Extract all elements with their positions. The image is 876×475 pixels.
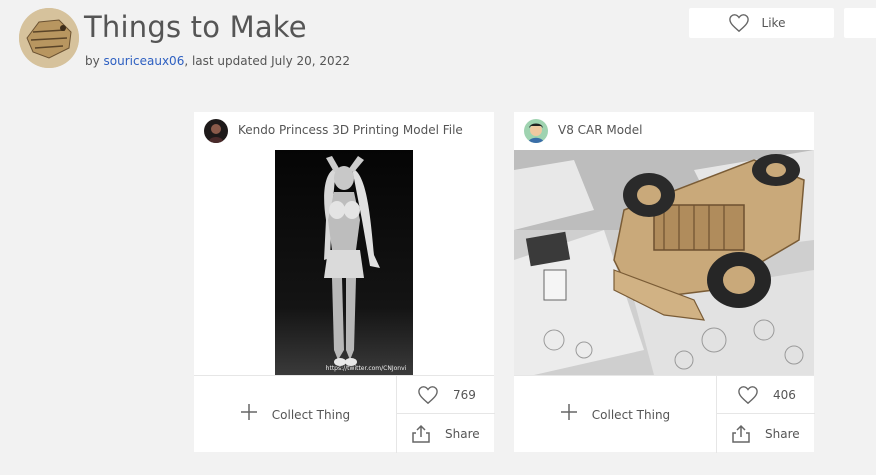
heart-icon — [728, 14, 749, 33]
author-link[interactable]: souriceaux06 — [104, 54, 185, 68]
creator-avatar[interactable] — [524, 119, 548, 143]
more-button[interactable] — [844, 8, 876, 38]
collect-thing-button[interactable]: Collect Thing — [514, 376, 716, 453]
thing-title[interactable]: V8 CAR Model — [558, 123, 642, 137]
collect-label: Collect Thing — [271, 407, 351, 422]
plus-icon — [560, 400, 578, 426]
plus-icon — [240, 400, 258, 426]
like-collection-button[interactable]: Like — [689, 8, 834, 38]
card-footer: Collect Thing 769 Share — [194, 375, 495, 453]
heart-icon — [738, 385, 758, 404]
byline-prefix: by — [85, 54, 104, 68]
thing-card: V8 CAR Model Collect Thing 406 Share — [514, 112, 815, 453]
thing-image[interactable]: https://twitter.com/CNJonvi — [194, 150, 494, 375]
image-watermark: https://twitter.com/CNJonvi — [326, 365, 407, 372]
like-count: 769 — [453, 387, 476, 402]
page-title: Things to Make — [84, 10, 307, 44]
thing-image[interactable] — [514, 150, 814, 375]
share-label: Share — [445, 427, 480, 441]
share-button[interactable]: Share — [717, 415, 815, 453]
card-actions: 769 Share — [396, 376, 495, 453]
like-thing-button[interactable]: 406 — [717, 376, 815, 414]
heart-icon — [418, 385, 438, 404]
last-updated-text: , last updated July 20, 2022 — [184, 54, 350, 68]
thing-title[interactable]: Kendo Princess 3D Printing Model File — [238, 123, 463, 137]
creator-avatar[interactable] — [204, 119, 228, 143]
card-header: Kendo Princess 3D Printing Model File — [194, 112, 494, 150]
collect-thing-button[interactable]: Collect Thing — [194, 376, 396, 453]
share-icon — [412, 424, 430, 443]
card-header: V8 CAR Model — [514, 112, 814, 150]
like-thing-button[interactable]: 769 — [397, 376, 495, 414]
collection-avatar — [19, 8, 79, 68]
share-label: Share — [765, 427, 800, 441]
thing-card: Kendo Princess 3D Printing Model File ht… — [194, 112, 495, 453]
share-button[interactable]: Share — [397, 415, 495, 453]
byline: by souriceaux06, last updated July 20, 2… — [85, 54, 350, 68]
card-actions: 406 Share — [716, 376, 815, 453]
card-footer: Collect Thing 406 Share — [514, 375, 815, 453]
like-label: Like — [761, 16, 786, 30]
share-icon — [732, 424, 750, 443]
collect-label: Collect Thing — [591, 407, 671, 422]
like-count: 406 — [773, 387, 796, 402]
